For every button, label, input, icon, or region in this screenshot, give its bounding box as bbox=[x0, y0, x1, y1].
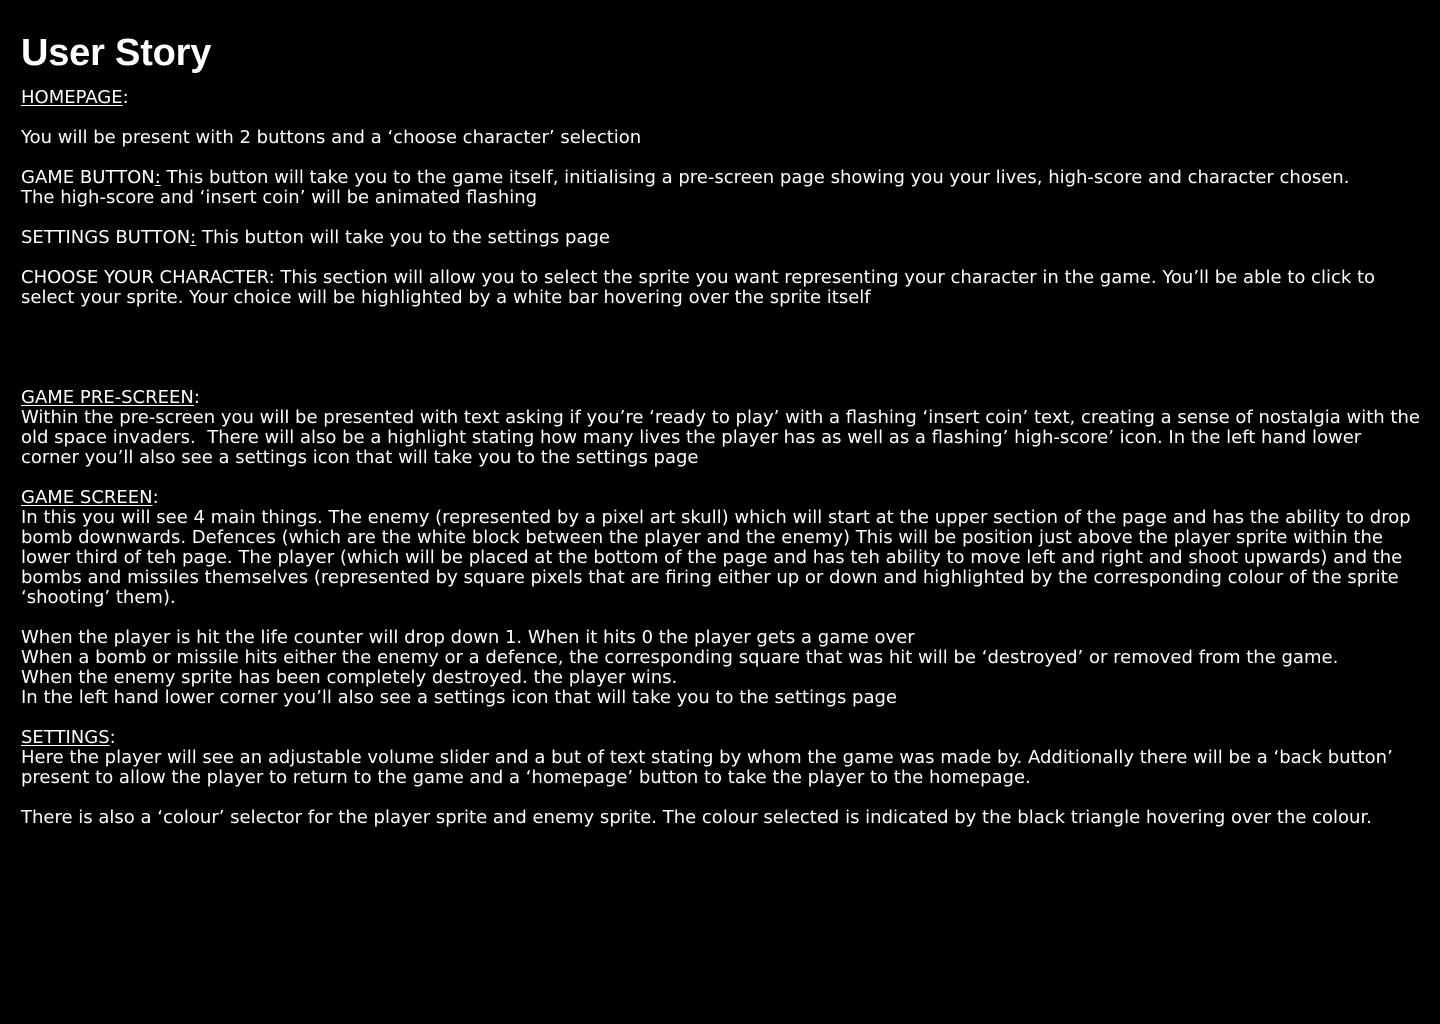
user-story-document: User Story HOMEPAGE: You will be present… bbox=[21, 30, 1421, 828]
settings-heading: SETTINGS: bbox=[21, 727, 116, 748]
game-button-description: GAME BUTTON: This button will take you t… bbox=[21, 167, 1350, 208]
settings-text: Here the player will see an adjustable v… bbox=[21, 747, 1399, 788]
game-screen-text: In this you will see 4 main things. The … bbox=[21, 507, 1417, 608]
settings-button-description: SETTINGS BUTTON: This button will take y… bbox=[21, 227, 610, 248]
page-title: User Story bbox=[21, 32, 212, 74]
homepage-heading: HOMEPAGE: bbox=[21, 87, 129, 108]
game-button-label: GAME BUTTON bbox=[21, 167, 155, 188]
settings-button-label: SETTINGS BUTTON bbox=[21, 227, 191, 248]
choose-character-label: CHOOSE YOUR CHARACTER: bbox=[21, 267, 275, 288]
homepage-intro: You will be present with 2 buttons and a… bbox=[21, 127, 642, 148]
pre-screen-heading: GAME PRE-SCREEN: bbox=[21, 387, 200, 408]
colour-selector-text: There is also a ‘colour’ selector for th… bbox=[21, 807, 1372, 828]
choose-character-description: CHOOSE YOUR CHARACTER: This section will… bbox=[21, 267, 1381, 308]
game-screen-heading: GAME SCREEN: bbox=[21, 487, 159, 508]
pre-screen-text: Within the pre-screen you will be presen… bbox=[21, 407, 1426, 468]
game-screen-rules: When the player is hit the life counter … bbox=[21, 627, 1339, 708]
